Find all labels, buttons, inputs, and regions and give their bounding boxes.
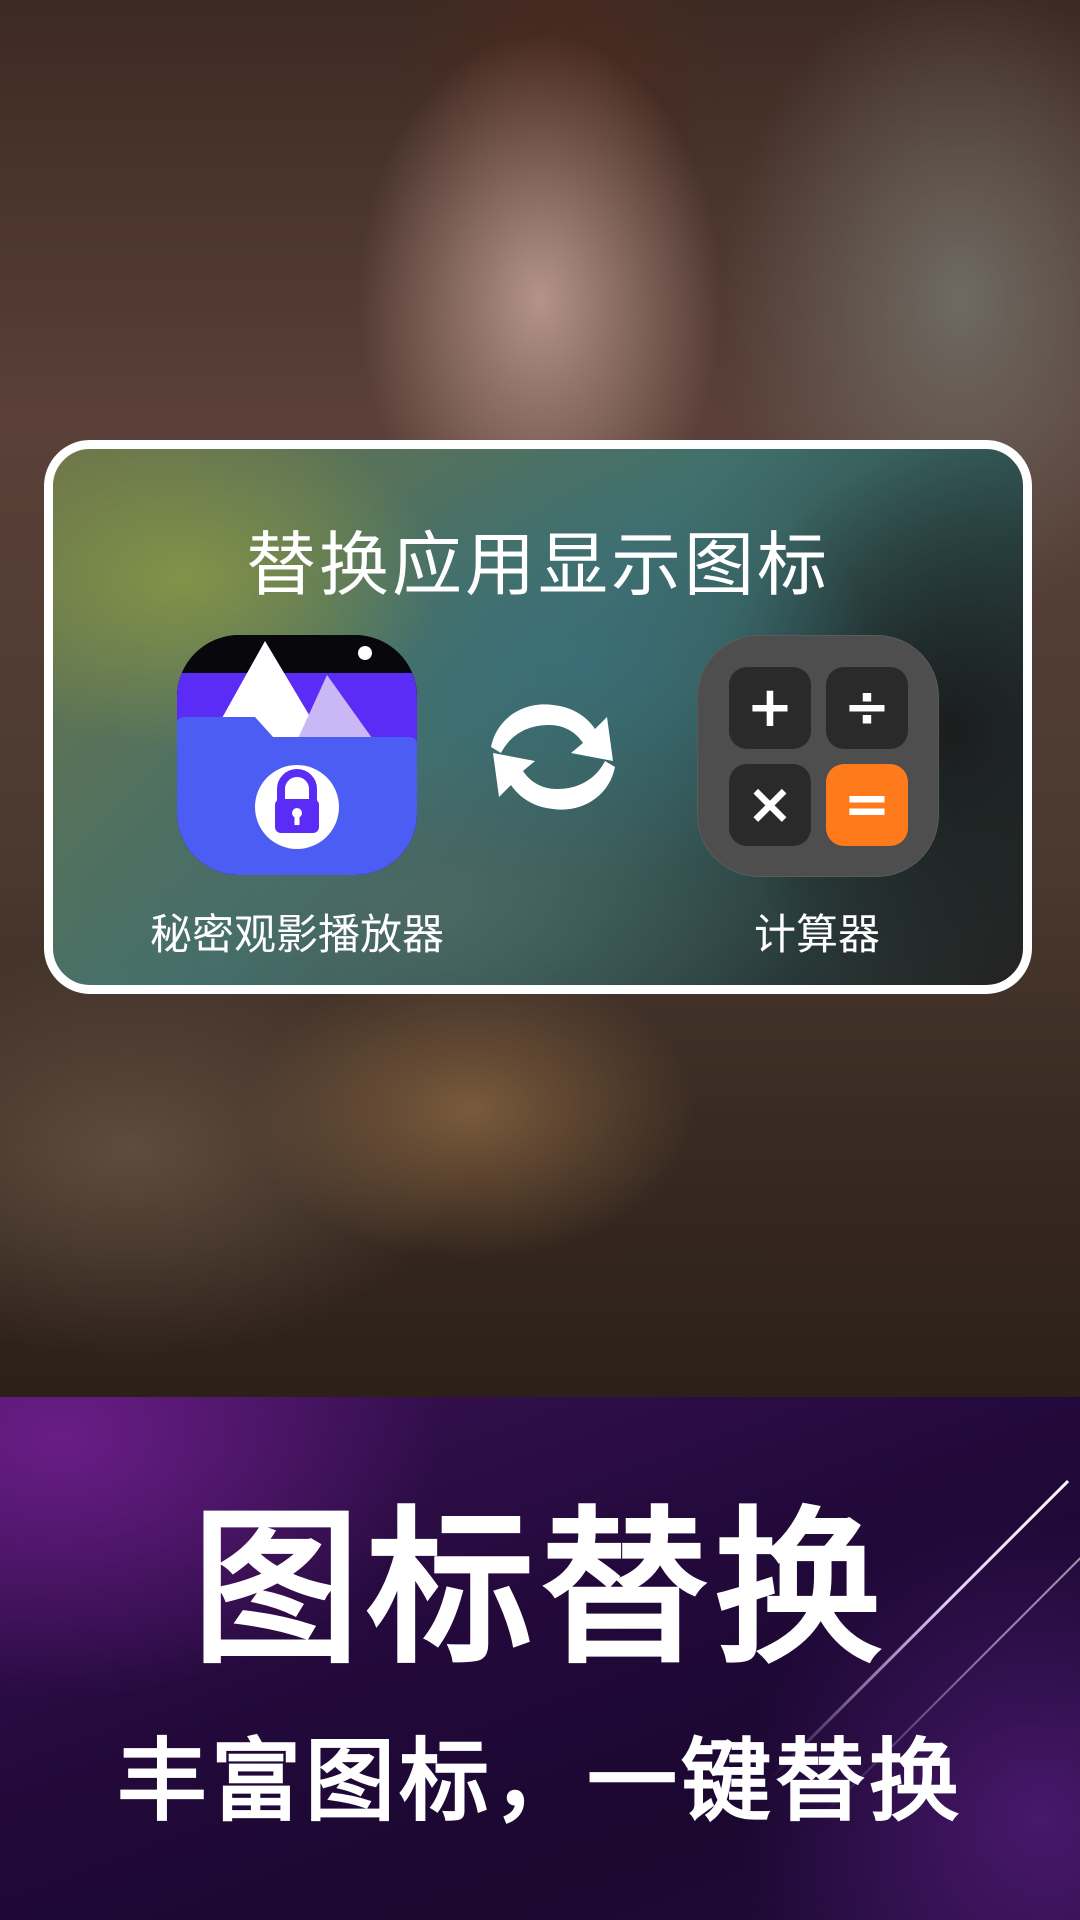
calculator-app-label: 计算器	[753, 910, 880, 959]
promo-subtitle: 丰富图标，一键替换	[117, 1729, 963, 1834]
equals-key: =	[826, 764, 908, 846]
calculator-icon[interactable]: + ÷ × =	[697, 635, 939, 877]
vault-app-label: 秘密观影播放器	[149, 910, 444, 959]
icon-replace-card: 替换应用显示图标 秘密观影播放器 + ÷ × = 计算器	[44, 440, 1032, 994]
lock-folder-gallery-icon[interactable]	[177, 635, 417, 875]
divide-key: ÷	[826, 667, 908, 749]
promo-title: 图标替换	[192, 1491, 888, 1687]
multiply-key: ×	[729, 764, 811, 846]
swap-arrows-icon	[483, 687, 623, 827]
plus-key: +	[729, 667, 811, 749]
card-title: 替换应用显示图标	[246, 524, 830, 606]
promo-banner: 图标替换 丰富图标，一键替换	[0, 1397, 1080, 1920]
